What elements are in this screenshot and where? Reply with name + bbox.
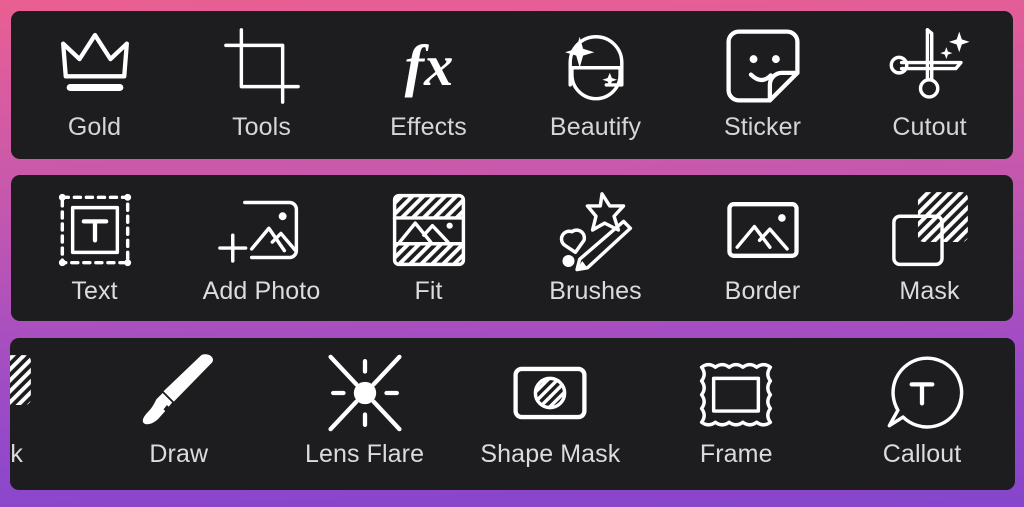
tool-label: Cutout xyxy=(892,113,967,141)
mask-squares-icon xyxy=(10,350,36,436)
tool-label: Add Photo xyxy=(202,277,321,305)
paintbrush-icon xyxy=(136,350,222,436)
tool-label: Sticker xyxy=(723,113,802,141)
crop-icon xyxy=(219,23,305,109)
tool-button-gold[interactable]: Gold xyxy=(11,11,178,159)
tool-button-mask[interactable]: Mask xyxy=(846,175,1013,321)
callout-bubble-icon xyxy=(879,350,965,436)
tool-button-draw[interactable]: Draw xyxy=(86,338,272,490)
tool-button-mask-2[interactable]: Mask xyxy=(10,338,86,490)
tool-label: Draw xyxy=(149,440,209,468)
tool-button-shape-mask[interactable]: Shape Mask xyxy=(457,338,643,490)
fx-icon: fx xyxy=(386,23,472,109)
tool-label: Shape Mask xyxy=(480,440,621,468)
svg-text:fx: fx xyxy=(404,33,453,98)
tool-label: Brushes xyxy=(549,277,642,305)
tool-label: Lens Flare xyxy=(305,440,425,468)
toolbar-row-3: Mask Draw xyxy=(10,338,1015,490)
tool-label: Mask xyxy=(10,440,23,468)
toolbar-row-1: Gold Tools fx Effects Beautify Sticker C… xyxy=(11,11,1013,159)
tool-label: Callout xyxy=(882,440,962,468)
tool-button-cutout[interactable]: Cutout xyxy=(846,11,1013,159)
border-photo-icon xyxy=(720,187,806,273)
tool-button-frame[interactable]: Frame xyxy=(643,338,829,490)
tool-label: Effects xyxy=(390,113,467,141)
tool-button-sticker[interactable]: Sticker xyxy=(679,11,846,159)
tool-button-tools[interactable]: Tools xyxy=(178,11,345,159)
tool-button-effects[interactable]: fx Effects xyxy=(345,11,512,159)
tool-button-text[interactable]: Text xyxy=(11,175,178,321)
tool-label: Border xyxy=(724,277,801,305)
tool-label: Gold xyxy=(67,113,122,141)
tool-button-beautify[interactable]: Beautify xyxy=(512,11,679,159)
tool-button-fit[interactable]: Fit xyxy=(345,175,512,321)
frame-icon xyxy=(693,350,779,436)
tool-label: Tools xyxy=(232,113,291,141)
tool-button-add-photo[interactable]: Add Photo xyxy=(178,175,345,321)
scissors-sparkle-icon xyxy=(887,23,973,109)
tool-label: Text xyxy=(71,277,118,305)
tool-label: Beautify xyxy=(549,113,642,141)
tool-label: Mask xyxy=(899,277,960,305)
sticker-smiley-icon xyxy=(720,23,806,109)
tool-label: Fit xyxy=(414,277,443,305)
tool-button-lens-flare[interactable]: Lens Flare xyxy=(272,338,458,490)
magic-pencil-icon xyxy=(553,187,639,273)
crown-icon xyxy=(52,23,138,109)
toolbar-row-2: Text Add Photo Fit Brushes Border Mask xyxy=(11,175,1013,321)
tool-button-brushes[interactable]: Brushes xyxy=(512,175,679,321)
fit-icon xyxy=(386,187,472,273)
lens-flare-icon xyxy=(322,350,408,436)
mask-squares-icon xyxy=(887,187,973,273)
text-box-icon xyxy=(52,187,138,273)
add-photo-icon xyxy=(217,187,305,273)
tool-label: Frame xyxy=(699,440,773,468)
editor-toolbar-screen: Gold Tools fx Effects Beautify Sticker C… xyxy=(0,0,1024,507)
face-sparkle-icon xyxy=(553,23,639,109)
tool-button-border[interactable]: Border xyxy=(679,175,846,321)
tool-button-callout[interactable]: Callout xyxy=(829,338,1015,490)
shape-mask-icon xyxy=(507,350,593,436)
